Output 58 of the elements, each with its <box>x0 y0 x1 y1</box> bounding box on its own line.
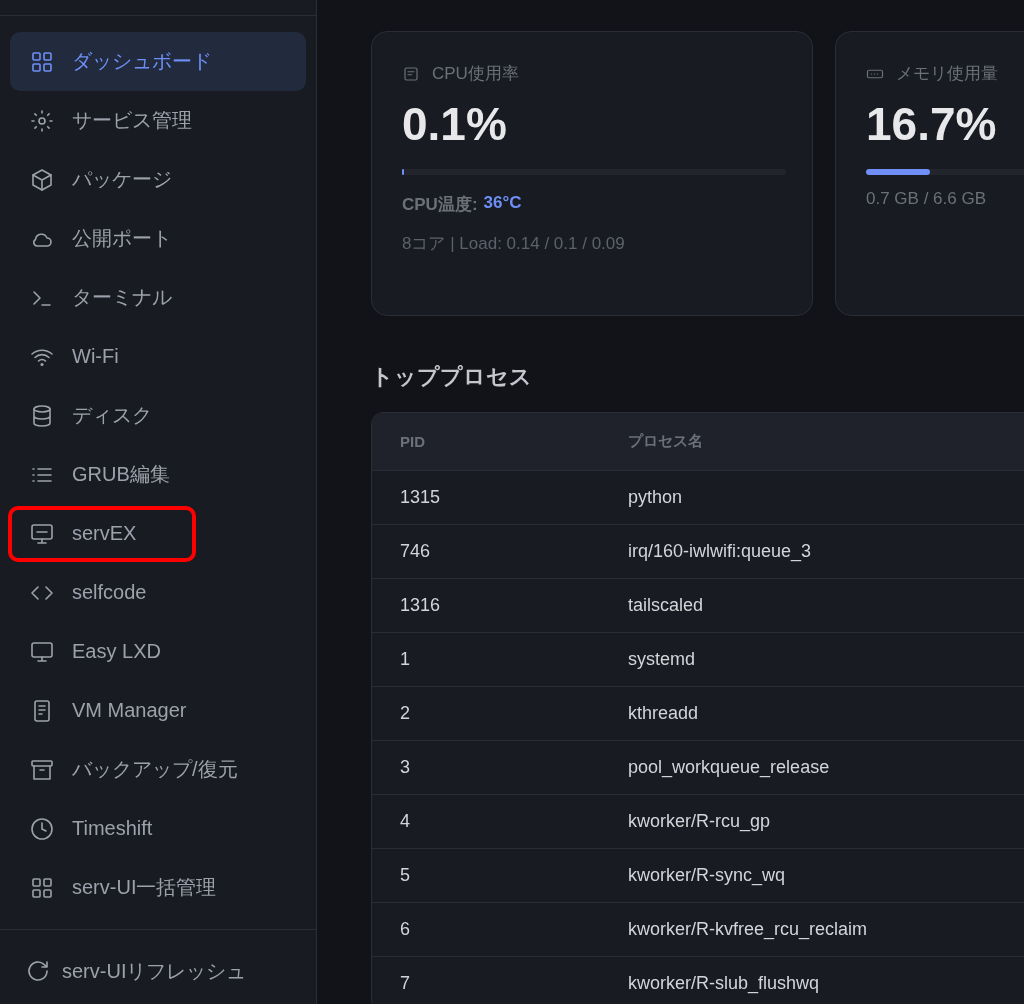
table-cell: kworker/R-sync_wq <box>600 849 1024 903</box>
refresh-button[interactable]: serv-UIリフレッシュ <box>0 929 316 1004</box>
sidebar-item[interactable]: servEX <box>10 504 306 563</box>
table-cell: 6 <box>372 903 600 957</box>
temperature-value: 36°C <box>483 193 522 214</box>
sidebar-item[interactable]: ターミナル <box>10 268 306 327</box>
sidebar-item[interactable]: GRUB編集 <box>10 445 306 504</box>
table-cell: 1316 <box>372 579 600 633</box>
temperature-label: CPU温度: <box>402 194 478 216</box>
table-cell: pool_workqueue_release <box>600 741 1024 795</box>
grid-icon <box>30 875 54 900</box>
stat-value: 0.1% <box>402 97 508 151</box>
table-cell: tailscaled <box>600 579 1024 633</box>
database-icon <box>30 403 54 428</box>
table-cell: 5 <box>372 849 600 903</box>
table-cell: 3 <box>372 741 600 795</box>
card-title: CPU使用率 <box>432 63 519 85</box>
sun-icon <box>30 108 54 133</box>
table-cell: 4 <box>372 795 600 849</box>
archive-icon <box>30 757 54 782</box>
sidebar-item[interactable]: Wi-Fi <box>10 327 306 386</box>
refresh-icon <box>26 959 50 983</box>
sidebar-item[interactable]: Easy LXD <box>10 622 306 681</box>
stat-value: 16.7% <box>866 97 998 151</box>
table-cell: 7 <box>372 957 600 1004</box>
column-header: プロセス名 <box>600 413 1024 471</box>
cube-icon <box>30 167 54 192</box>
sidebar-item[interactable]: 公開ポート <box>10 209 306 268</box>
sidebar-item[interactable]: サービス管理 <box>10 91 306 150</box>
grid-icon <box>30 49 54 74</box>
table-cell: kworker/R-slub_flushwq <box>600 957 1024 1004</box>
sidebar-item[interactable]: パッケージ <box>10 150 306 209</box>
sidebar-item[interactable]: ダッシュボード <box>10 32 306 91</box>
section-title: トッププロセス <box>371 363 533 391</box>
document-icon <box>402 64 420 83</box>
sidebar-item[interactable]: Timeshift <box>10 799 306 858</box>
table-cell: kworker/R-rcu_gp <box>600 795 1024 849</box>
sidebar-item[interactable]: バックアップ/復元 <box>10 740 306 799</box>
table-cell: 1 <box>372 633 600 687</box>
table-cell: systemd <box>600 633 1024 687</box>
sidebar-item[interactable]: ディスク <box>10 386 306 445</box>
sidebar-item[interactable]: VM Manager <box>10 681 306 740</box>
column-header: PID <box>372 413 600 471</box>
table-cell: python <box>600 471 1024 525</box>
monitor-icon <box>30 639 54 664</box>
card-detail: 8コア | Load: 0.14 / 0.1 / 0.09 <box>402 233 626 255</box>
sidebar-item[interactable]: selfcode <box>10 563 306 622</box>
table-cell: 746 <box>372 525 600 579</box>
monitor-icon <box>30 521 54 546</box>
table-cell: 1315 <box>372 471 600 525</box>
table-cell: irq/160-iwlwifi:queue_3 <box>600 525 1024 579</box>
table-cell: kworker/R-kvfree_rcu_reclaim <box>600 903 1024 957</box>
table-cell: 2 <box>372 687 600 741</box>
table-cell: kthreadd <box>600 687 1024 741</box>
card-title: メモリ使用量 <box>896 63 998 85</box>
clock-icon <box>30 816 54 841</box>
card-detail: 0.7 GB / 6.6 GB <box>866 189 987 209</box>
sidebar-item[interactable]: serv-UI一括管理 <box>10 858 306 917</box>
